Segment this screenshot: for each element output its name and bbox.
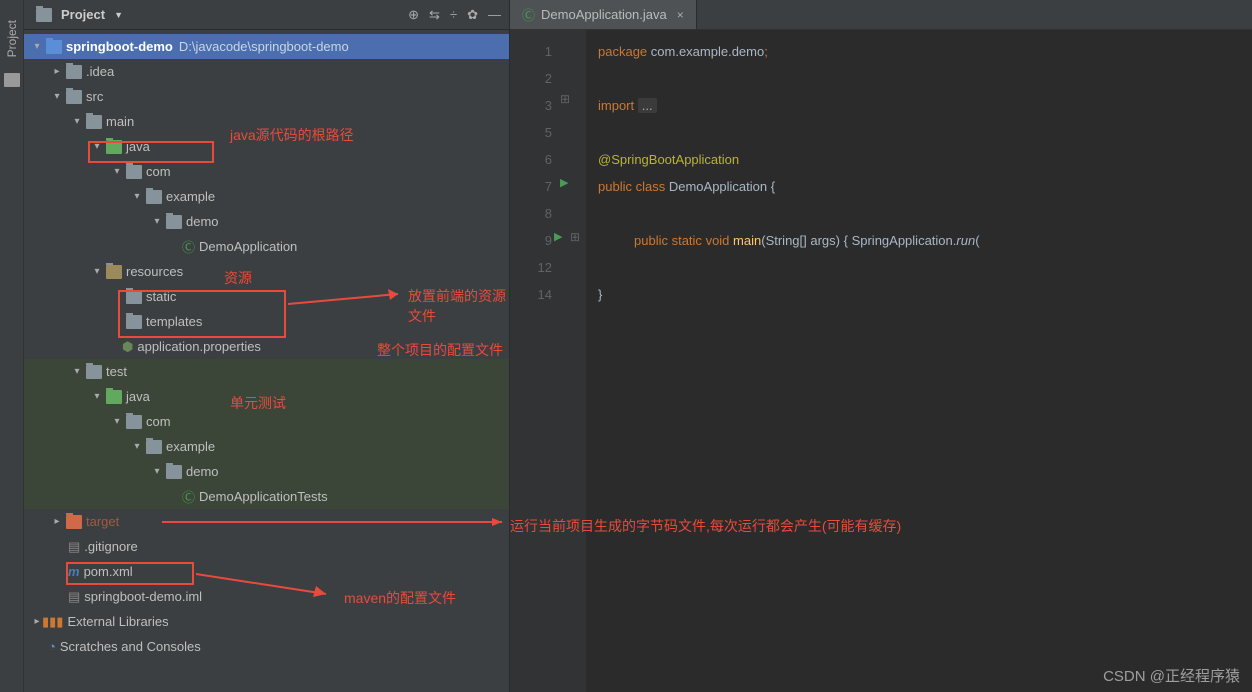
package-icon: [166, 465, 182, 479]
module-icon: [46, 40, 62, 54]
tree-item-test-demo[interactable]: ▾demo: [24, 459, 509, 484]
spring-class-icon: Ⓒ: [182, 487, 195, 506]
watermark: CSDN @正经程序猿: [1103, 665, 1240, 686]
chevron-down-icon[interactable]: ▾: [112, 166, 122, 177]
chevron-down-icon[interactable]: ▾: [92, 266, 102, 277]
fold-icon[interactable]: ⊞: [570, 230, 580, 244]
tree-item-static[interactable]: static: [24, 284, 509, 309]
spring-class-icon: Ⓒ: [522, 5, 535, 24]
project-path: D:\javacode\springboot-demo: [179, 39, 349, 54]
tree-item-pom[interactable]: mpom.xml: [24, 559, 509, 584]
fold-icon[interactable]: ⊞: [560, 92, 570, 106]
chevron-right-icon[interactable]: ▸: [52, 66, 62, 77]
test-folder-icon: [106, 390, 122, 404]
editor-body[interactable]: 1 2 3 5 6 7 8 9 12 14 ⊞ ▶ ⊞ ▶ package co…: [510, 30, 1252, 692]
spring-class-icon: Ⓒ: [182, 237, 195, 256]
excluded-folder-icon: [66, 515, 82, 529]
chevron-right-icon[interactable]: ▸: [52, 516, 62, 527]
tree-item-test[interactable]: ▾test: [24, 359, 509, 384]
package-icon: [146, 190, 162, 204]
tree-root[interactable]: ▾ springboot-demo D:\javacode\springboot…: [24, 34, 509, 59]
panel-toolbar: ⊕ ⇆ ÷ ✿ —: [408, 7, 501, 23]
folder-icon: [126, 290, 142, 304]
tree-item-com[interactable]: ▾com: [24, 159, 509, 184]
resources-folder-icon: [106, 265, 122, 279]
tree-item-example[interactable]: ▾example: [24, 184, 509, 209]
gutter-marks: ⊞ ▶ ⊞ ▶: [560, 30, 586, 692]
locate-icon[interactable]: ⊕: [408, 7, 419, 23]
chevron-down-icon[interactable]: ▾: [92, 141, 102, 152]
tree-item-templates[interactable]: templates: [24, 309, 509, 334]
expand-arrow-icon[interactable]: ▾: [32, 41, 42, 52]
hide-icon[interactable]: —: [488, 7, 501, 23]
chevron-down-icon[interactable]: ▾: [72, 366, 82, 377]
chevron-down-icon[interactable]: ▾: [92, 391, 102, 402]
project-panel-header: Project ▼ ⊕ ⇆ ÷ ✿ —: [24, 0, 509, 30]
scratch-icon: ◔: [48, 639, 56, 654]
project-name: springboot-demo: [66, 39, 173, 54]
expand-icon[interactable]: ⇆: [429, 7, 440, 23]
chevron-down-icon[interactable]: ▾: [112, 416, 122, 427]
source-folder-icon: [106, 140, 122, 154]
chevron-down-icon[interactable]: ▾: [132, 441, 142, 452]
tree-item-src[interactable]: ▾src: [24, 84, 509, 109]
line-number-gutter: 1 2 3 5 6 7 8 9 12 14: [510, 30, 560, 692]
folder-icon: [126, 315, 142, 329]
tree-item-demoapptests[interactable]: ⒸDemoApplicationTests: [24, 484, 509, 509]
folder-icon: [66, 90, 82, 104]
tree-item-iml[interactable]: ▤springboot-demo.iml: [24, 584, 509, 609]
tree-item-scratches[interactable]: ◔Scratches and Consoles: [24, 634, 509, 659]
chevron-down-icon[interactable]: ▾: [72, 116, 82, 127]
package-icon: [126, 415, 142, 429]
file-icon: ▤: [68, 589, 80, 605]
package-icon: [126, 165, 142, 179]
tree-item-test-java[interactable]: ▾java: [24, 384, 509, 409]
chevron-down-icon[interactable]: ▾: [152, 216, 162, 227]
chevron-down-icon[interactable]: ▾: [52, 91, 62, 102]
editor-panel: Ⓒ DemoApplication.java × 1 2 3 5 6 7 8 9…: [510, 0, 1252, 692]
folder-icon: [86, 365, 102, 379]
editor-tabs: Ⓒ DemoApplication.java ×: [510, 0, 1252, 30]
folder-icon: [86, 115, 102, 129]
project-panel: Project ▼ ⊕ ⇆ ÷ ✿ — ▾ springboot-demo D:…: [24, 0, 510, 692]
maven-icon: m: [68, 564, 80, 579]
code-area[interactable]: package com.example.demo; import ... @Sp…: [586, 30, 1252, 692]
library-icon: ▮▮▮: [42, 614, 63, 630]
folder-icon: [36, 8, 52, 22]
panel-title: Project: [61, 7, 105, 22]
chevron-down-icon: ▼: [114, 10, 123, 20]
tree-item-gitignore[interactable]: ▤.gitignore: [24, 534, 509, 559]
tree-item-extlib[interactable]: ▸▮▮▮External Libraries: [24, 609, 509, 634]
tab-label: DemoApplication.java: [541, 7, 667, 22]
tree-item-test-example[interactable]: ▾example: [24, 434, 509, 459]
chevron-down-icon[interactable]: ▾: [152, 466, 162, 477]
settings-icon[interactable]: ✿: [467, 7, 478, 23]
project-view-selector[interactable]: Project ▼: [32, 7, 123, 22]
tree-item-idea[interactable]: ▸.idea: [24, 59, 509, 84]
package-icon: [166, 215, 182, 229]
package-icon: [146, 440, 162, 454]
tree-item-appprops[interactable]: ⬢application.properties: [24, 334, 509, 359]
tree-item-resources[interactable]: ▾resources: [24, 259, 509, 284]
tree-item-demoapp[interactable]: ⒸDemoApplication: [24, 234, 509, 259]
tree-item-test-com[interactable]: ▾com: [24, 409, 509, 434]
tree-item-main[interactable]: ▾main: [24, 109, 509, 134]
file-icon: ▤: [68, 539, 80, 555]
project-rail-label[interactable]: Project: [5, 20, 19, 57]
chevron-right-icon[interactable]: ▸: [32, 616, 42, 627]
close-icon[interactable]: ×: [677, 8, 684, 22]
folder-icon: [66, 65, 82, 79]
project-tree[interactable]: ▾ springboot-demo D:\javacode\springboot…: [24, 30, 509, 663]
rail-icon[interactable]: [4, 73, 20, 87]
chevron-down-icon[interactable]: ▾: [132, 191, 142, 202]
tool-window-rail: Project: [0, 0, 24, 692]
editor-tab[interactable]: Ⓒ DemoApplication.java ×: [510, 0, 697, 29]
run-gutter-icon[interactable]: ▶: [560, 176, 568, 189]
tree-item-demo[interactable]: ▾demo: [24, 209, 509, 234]
run-gutter-icon[interactable]: ▶: [554, 230, 562, 243]
spring-props-icon: ⬢: [122, 339, 133, 355]
tree-item-target[interactable]: ▸target: [24, 509, 509, 534]
tree-item-java[interactable]: ▾java: [24, 134, 509, 159]
collapse-icon[interactable]: ÷: [450, 7, 457, 23]
